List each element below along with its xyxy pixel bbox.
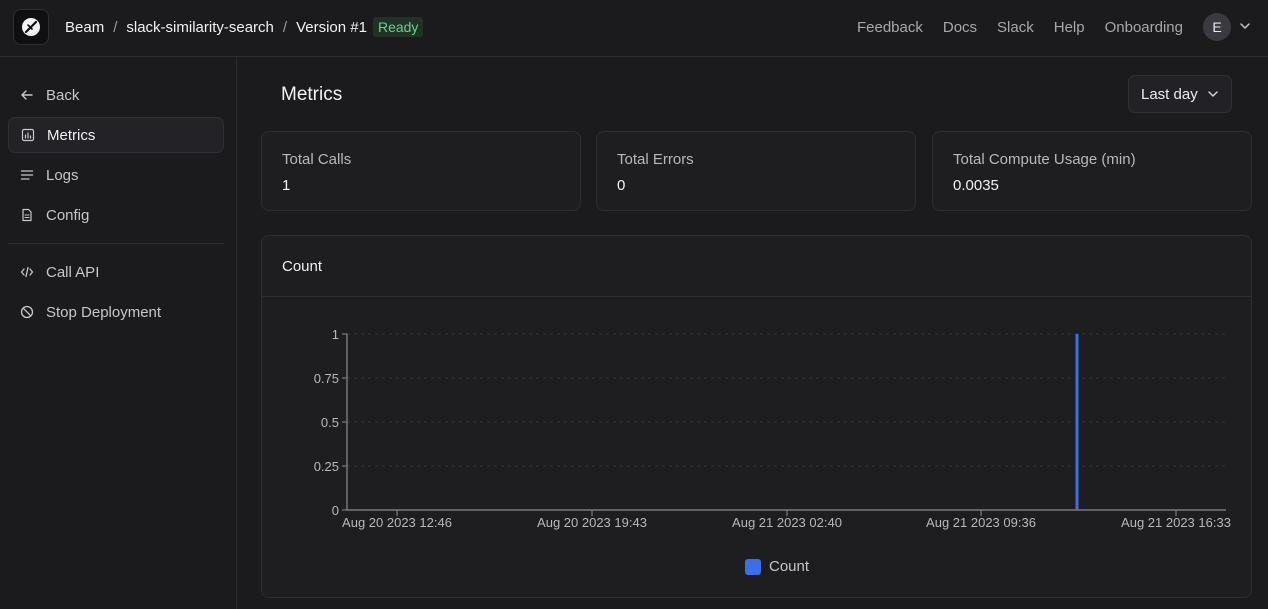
stat-value: 0 (617, 177, 626, 194)
stat-card-total-calls: Total Calls 1 (261, 131, 581, 211)
top-bar: Beam / slack-similarity-search / Version… (0, 0, 1268, 57)
stat-label: Total Compute Usage (min) (953, 151, 1136, 168)
breadcrumb: Beam / slack-similarity-search / Version… (65, 0, 424, 54)
sidebar-divider (8, 243, 224, 244)
y-tick-label: 0.75 (314, 371, 339, 386)
y-tick-label: 0.5 (321, 415, 339, 430)
sidebar-item-label: Stop Deployment (46, 303, 162, 321)
chevron-down-icon (1208, 91, 1218, 97)
file-icon (20, 208, 34, 222)
time-range-select[interactable]: Last day (1128, 75, 1232, 113)
y-tick-label: 0 (332, 503, 339, 518)
nav-slack[interactable]: Slack (997, 19, 1034, 36)
legend-label: Count (769, 558, 810, 575)
arrow-left-icon (20, 88, 34, 102)
breadcrumb-beam[interactable]: Beam (65, 19, 104, 36)
nav-help[interactable]: Help (1054, 19, 1085, 36)
breadcrumb-version[interactable]: Version #1 (296, 19, 367, 36)
chart-legend[interactable]: Count (745, 558, 809, 575)
beam-logo[interactable] (13, 9, 49, 45)
sidebar-item-back[interactable]: Back (8, 77, 224, 113)
page-title: Metrics (281, 84, 343, 105)
chevron-down-icon[interactable] (1239, 20, 1251, 32)
beam-logo-icon (22, 18, 40, 36)
stat-value: 1 (282, 177, 291, 194)
sidebar-item-label: Logs (46, 166, 79, 184)
breadcrumb-app[interactable]: slack-similarity-search (126, 19, 274, 36)
sidebar-item-label: Call API (46, 263, 100, 281)
time-range-value: Last day (1141, 85, 1198, 103)
stat-value: 0.0035 (953, 177, 999, 194)
breadcrumb-separator: / (113, 18, 118, 36)
legend-swatch (745, 558, 761, 575)
nav-onboarding[interactable]: Onboarding (1105, 19, 1183, 36)
x-tick-label: Aug 21 2023 02:40 (732, 515, 842, 530)
status-badge: Ready (372, 17, 424, 37)
ban-icon (20, 305, 34, 319)
sidebar-item-metrics[interactable]: Metrics (8, 117, 224, 153)
sidebar: Back Metrics Logs Config Call API Stop D… (0, 57, 237, 609)
stat-label: Total Calls (282, 151, 352, 168)
stat-card-compute-usage: Total Compute Usage (min) 0.0035 (932, 131, 1252, 211)
stat-label: Total Errors (617, 151, 694, 168)
x-tick-label: Aug 21 2023 16:33 (1121, 515, 1231, 530)
x-tick-label: Aug 21 2023 09:36 (926, 515, 1036, 530)
list-icon (20, 168, 34, 182)
breadcrumb-separator: / (282, 18, 288, 36)
x-tick-label: Aug 20 2023 19:43 (537, 515, 647, 530)
code-icon (20, 265, 34, 279)
stat-card-total-errors: Total Errors 0 (596, 131, 916, 211)
nav-docs[interactable]: Docs (943, 19, 977, 36)
avatar[interactable]: E (1203, 13, 1231, 41)
sidebar-item-label: Metrics (47, 126, 96, 144)
sidebar-item-logs[interactable]: Logs (8, 157, 224, 193)
x-tick-label: Aug 20 2023 12:46 (342, 515, 452, 530)
sidebar-item-stop-deployment[interactable]: Stop Deployment (8, 294, 224, 330)
count-bar (1075, 334, 1079, 510)
chart-icon (21, 128, 35, 142)
count-chart: 0 0.25 0.5 0.75 1 Aug 20 2023 12:46 Aug 20 202… (314, 327, 1231, 530)
y-tick-label: 1 (332, 327, 339, 342)
sidebar-item-label: Config (46, 206, 90, 224)
sidebar-item-call-api[interactable]: Call API (8, 254, 224, 290)
count-chart-card: Count 0 0.25 0.5 0.75 1 Aug 20 2023 12:46 Aug … (261, 235, 1252, 598)
sidebar-item-config[interactable]: Config (8, 197, 224, 233)
top-nav: Feedback Docs Slack Help Onboarding (857, 0, 1183, 54)
sidebar-item-label: Back (46, 86, 80, 104)
y-tick-label: 0.25 (314, 459, 339, 474)
nav-feedback[interactable]: Feedback (857, 19, 923, 36)
